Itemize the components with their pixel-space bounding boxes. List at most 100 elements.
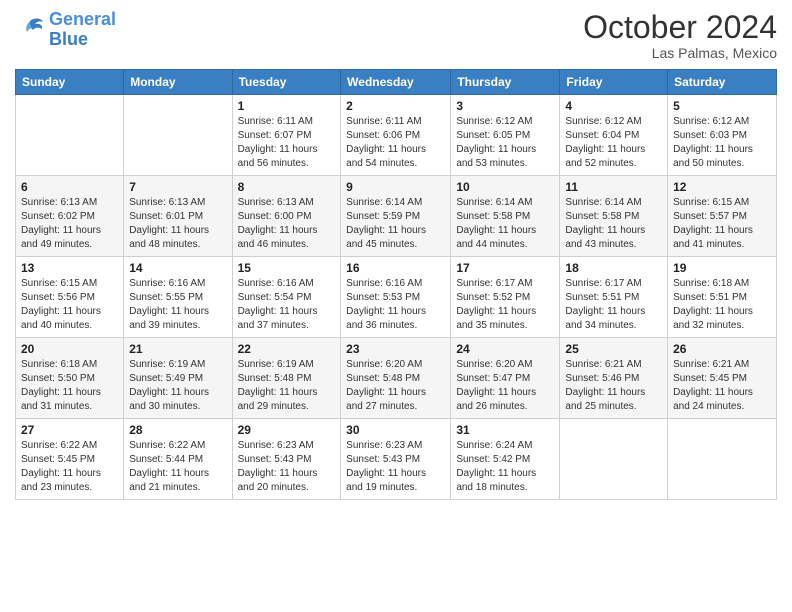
calendar-cell: 19 Sunrise: 6:18 AM Sunset: 5:51 PM Dayli… (668, 257, 777, 338)
calendar-cell: 9 Sunrise: 6:14 AM Sunset: 5:59 PM Daylig… (341, 176, 451, 257)
calendar-table: SundayMondayTuesdayWednesdayThursdayFrid… (15, 69, 777, 500)
day-number: 10 (456, 180, 554, 194)
day-number: 6 (21, 180, 118, 194)
day-number: 2 (346, 99, 445, 113)
calendar-cell: 30Sunrise: 6:23 AM Sunset: 5:43 PM Dayli… (341, 419, 451, 500)
calendar-cell: 8 Sunrise: 6:13 AM Sunset: 6:00 PM Daylig… (232, 176, 341, 257)
logo-text: General Blue (49, 10, 116, 50)
day-info: Sunrise: 6:20 AM Sunset: 5:48 PM Dayligh… (346, 358, 445, 414)
day-info: Sunrise: 6:14 AM Sunset: 5:58 PM Dayligh… (565, 196, 662, 252)
day-info: Sunrise: 6:13 AM Sunset: 6:00 PM Dayligh… (238, 196, 336, 252)
calendar-cell: 23Sunrise: 6:20 AM Sunset: 5:48 PM Dayli… (341, 338, 451, 419)
calendar-week-row: 1 Sunrise: 6:11 AM Sunset: 6:07 PM Daylig… (16, 95, 777, 176)
day-number: 1 (238, 99, 336, 113)
day-info: Sunrise: 6:22 AM Sunset: 5:44 PM Dayligh… (129, 439, 226, 495)
calendar-cell: 12 Sunrise: 6:15 AM Sunset: 5:57 PM Dayli… (668, 176, 777, 257)
day-info: Sunrise: 6:12 AM Sunset: 6:05 PM Dayligh… (456, 115, 554, 171)
calendar-cell: 14Sunrise: 6:16 AM Sunset: 5:55 PM Dayli… (124, 257, 232, 338)
calendar-cell: 1 Sunrise: 6:11 AM Sunset: 6:07 PM Daylig… (232, 95, 341, 176)
calendar-cell: 15 Sunrise: 6:16 AM Sunset: 5:54 PM Dayli… (232, 257, 341, 338)
day-number: 28 (129, 423, 226, 437)
calendar-cell (668, 419, 777, 500)
day-info: Sunrise: 6:17 AM Sunset: 5:52 PM Dayligh… (456, 277, 554, 333)
day-number: 3 (456, 99, 554, 113)
day-number: 11 (565, 180, 662, 194)
day-info: Sunrise: 6:11 AM Sunset: 6:06 PM Dayligh… (346, 115, 445, 171)
calendar-cell: 6 Sunrise: 6:13 AM Sunset: 6:02 PM Daylig… (16, 176, 124, 257)
location: Las Palmas, Mexico (583, 45, 777, 61)
weekday-header: Sunday (16, 70, 124, 95)
weekday-header: Monday (124, 70, 232, 95)
day-number: 12 (673, 180, 771, 194)
calendar-cell: 4 Sunrise: 6:12 AM Sunset: 6:04 PM Daylig… (560, 95, 668, 176)
day-number: 7 (129, 180, 226, 194)
day-info: Sunrise: 6:14 AM Sunset: 5:59 PM Dayligh… (346, 196, 445, 252)
title-block: October 2024 Las Palmas, Mexico (583, 10, 777, 61)
day-info: Sunrise: 6:23 AM Sunset: 5:43 PM Dayligh… (238, 439, 336, 495)
day-info: Sunrise: 6:24 AM Sunset: 5:42 PM Dayligh… (456, 439, 554, 495)
day-number: 20 (21, 342, 118, 356)
day-info: Sunrise: 6:14 AM Sunset: 5:58 PM Dayligh… (456, 196, 554, 252)
day-number: 31 (456, 423, 554, 437)
calendar-cell: 10 Sunrise: 6:14 AM Sunset: 5:58 PM Dayli… (451, 176, 560, 257)
day-info: Sunrise: 6:19 AM Sunset: 5:48 PM Dayligh… (238, 358, 336, 414)
day-number: 16 (346, 261, 445, 275)
calendar-cell: 25 Sunrise: 6:21 AM Sunset: 5:46 PM Dayli… (560, 338, 668, 419)
weekday-header: Tuesday (232, 70, 341, 95)
day-number: 15 (238, 261, 336, 275)
day-info: Sunrise: 6:15 AM Sunset: 5:57 PM Dayligh… (673, 196, 771, 252)
day-info: Sunrise: 6:11 AM Sunset: 6:07 PM Dayligh… (238, 115, 336, 171)
day-info: Sunrise: 6:12 AM Sunset: 6:04 PM Dayligh… (565, 115, 662, 171)
weekday-header: Thursday (451, 70, 560, 95)
calendar-cell (560, 419, 668, 500)
weekday-header: Saturday (668, 70, 777, 95)
weekday-header: Wednesday (341, 70, 451, 95)
day-info: Sunrise: 6:18 AM Sunset: 5:50 PM Dayligh… (21, 358, 118, 414)
logo-icon (15, 16, 45, 44)
logo: General Blue (15, 10, 116, 50)
calendar-cell: 18Sunrise: 6:17 AM Sunset: 5:51 PM Dayli… (560, 257, 668, 338)
day-number: 29 (238, 423, 336, 437)
calendar-week-row: 6 Sunrise: 6:13 AM Sunset: 6:02 PM Daylig… (16, 176, 777, 257)
day-number: 5 (673, 99, 771, 113)
day-info: Sunrise: 6:16 AM Sunset: 5:54 PM Dayligh… (238, 277, 336, 333)
calendar-cell: 7Sunrise: 6:13 AM Sunset: 6:01 PM Daylig… (124, 176, 232, 257)
day-number: 17 (456, 261, 554, 275)
calendar-week-row: 27Sunrise: 6:22 AM Sunset: 5:45 PM Dayli… (16, 419, 777, 500)
day-number: 4 (565, 99, 662, 113)
day-number: 30 (346, 423, 445, 437)
day-info: Sunrise: 6:21 AM Sunset: 5:46 PM Dayligh… (565, 358, 662, 414)
day-info: Sunrise: 6:22 AM Sunset: 5:45 PM Dayligh… (21, 439, 118, 495)
day-info: Sunrise: 6:13 AM Sunset: 6:02 PM Dayligh… (21, 196, 118, 252)
day-info: Sunrise: 6:17 AM Sunset: 5:51 PM Dayligh… (565, 277, 662, 333)
calendar-cell: 29 Sunrise: 6:23 AM Sunset: 5:43 PM Dayli… (232, 419, 341, 500)
header: General Blue October 2024 Las Palmas, Me… (15, 10, 777, 61)
calendar-cell: 21Sunrise: 6:19 AM Sunset: 5:49 PM Dayli… (124, 338, 232, 419)
day-info: Sunrise: 6:16 AM Sunset: 5:53 PM Dayligh… (346, 277, 445, 333)
calendar-cell: 22Sunrise: 6:19 AM Sunset: 5:48 PM Dayli… (232, 338, 341, 419)
calendar-cell: 28 Sunrise: 6:22 AM Sunset: 5:44 PM Dayli… (124, 419, 232, 500)
day-number: 9 (346, 180, 445, 194)
calendar-week-row: 13Sunrise: 6:15 AM Sunset: 5:56 PM Dayli… (16, 257, 777, 338)
day-number: 8 (238, 180, 336, 194)
day-info: Sunrise: 6:12 AM Sunset: 6:03 PM Dayligh… (673, 115, 771, 171)
calendar-cell: 11 Sunrise: 6:14 AM Sunset: 5:58 PM Dayli… (560, 176, 668, 257)
month-title: October 2024 (583, 10, 777, 45)
day-number: 14 (129, 261, 226, 275)
day-info: Sunrise: 6:15 AM Sunset: 5:56 PM Dayligh… (21, 277, 118, 333)
day-number: 26 (673, 342, 771, 356)
calendar-cell: 2 Sunrise: 6:11 AM Sunset: 6:06 PM Daylig… (341, 95, 451, 176)
calendar-cell: 27Sunrise: 6:22 AM Sunset: 5:45 PM Dayli… (16, 419, 124, 500)
weekday-header: Friday (560, 70, 668, 95)
day-number: 21 (129, 342, 226, 356)
day-number: 19 (673, 261, 771, 275)
day-info: Sunrise: 6:20 AM Sunset: 5:47 PM Dayligh… (456, 358, 554, 414)
calendar-cell: 17 Sunrise: 6:17 AM Sunset: 5:52 PM Dayli… (451, 257, 560, 338)
calendar-cell: 3 Sunrise: 6:12 AM Sunset: 6:05 PM Daylig… (451, 95, 560, 176)
day-info: Sunrise: 6:18 AM Sunset: 5:51 PM Dayligh… (673, 277, 771, 333)
calendar-cell: 20 Sunrise: 6:18 AM Sunset: 5:50 PM Dayli… (16, 338, 124, 419)
calendar-cell: 5 Sunrise: 6:12 AM Sunset: 6:03 PM Daylig… (668, 95, 777, 176)
calendar-week-row: 20 Sunrise: 6:18 AM Sunset: 5:50 PM Dayli… (16, 338, 777, 419)
day-number: 25 (565, 342, 662, 356)
calendar-cell: 24Sunrise: 6:20 AM Sunset: 5:47 PM Dayli… (451, 338, 560, 419)
